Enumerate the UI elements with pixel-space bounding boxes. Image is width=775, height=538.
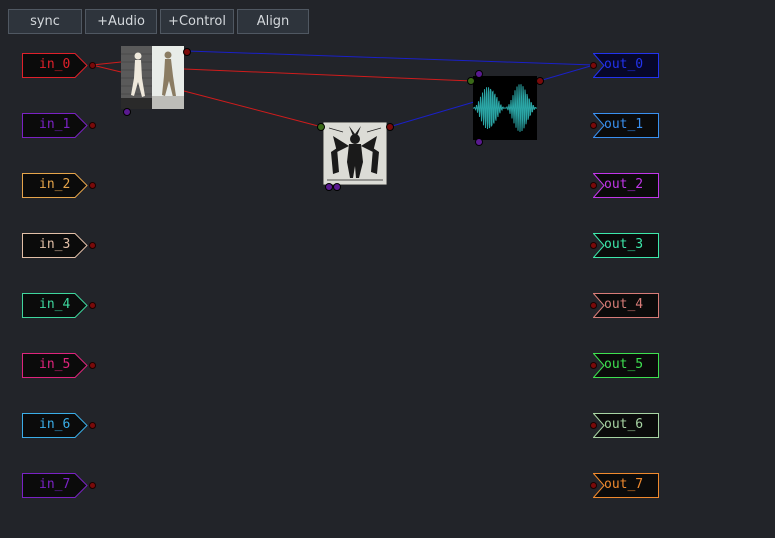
input-port-label: in_6 [39,417,71,432]
input-port-3-connector[interactable] [89,242,96,249]
devil-woodcut-image-icon [322,121,388,186]
output-port-6[interactable]: out_6 [593,413,659,438]
add-control-button[interactable]: +Control [160,9,234,34]
align-button[interactable]: Align [237,9,309,34]
devil-image-node[interactable] [317,121,394,191]
input-port-0[interactable]: in_0 [22,53,88,78]
output-port-7-connector[interactable] [590,482,597,489]
wire-devil-to-waveform[interactable] [388,101,475,128]
input-port-0-connector[interactable] [89,62,96,69]
input-port-label: in_4 [39,297,71,312]
output-port-0-connector[interactable] [590,62,597,69]
output-port-5-connector[interactable] [590,362,597,369]
input-port-1-connector[interactable] [89,122,96,129]
output-port-3[interactable]: out_3 [593,233,659,258]
input-port-4-connector[interactable] [89,302,96,309]
output-port-7[interactable]: out_7 [593,473,659,498]
output-port-label: out_4 [604,297,644,312]
input-port-label: in_0 [39,57,71,72]
walkers-output-dot[interactable] [183,48,191,56]
input-port-3[interactable]: in_3 [22,233,88,258]
waveform-output-dot[interactable] [536,77,544,85]
output-port-3-connector[interactable] [590,242,597,249]
devil-control-dot-2[interactable] [333,183,341,191]
connection-wires [91,50,595,128]
wire-in0-to-walkers-2[interactable] [91,61,122,66]
output-port-label: out_1 [604,117,644,132]
wire-walkers-to-waveform[interactable] [183,68,473,82]
wire-walkers-to-devil[interactable] [183,90,323,128]
output-port-label: out_2 [604,177,644,192]
input-port-4[interactable]: in_4 [22,293,88,318]
input-port-6[interactable]: in_6 [22,413,88,438]
input-port-6-connector[interactable] [89,422,96,429]
walkers-image-node[interactable] [121,46,191,116]
waveform-node[interactable] [467,70,544,146]
input-port-label: in_1 [39,117,71,132]
waveform-bottom-dot[interactable] [475,138,483,146]
input-port-2-connector[interactable] [89,182,96,189]
input-port-label: in_3 [39,237,71,252]
output-port-label: out_6 [604,417,644,432]
wire-in0-to-walkers[interactable] [91,64,122,73]
output-port-label: out_3 [604,237,644,252]
toolbar: sync +Audio +Control Align [8,9,309,34]
wire-waveform-to-out0[interactable] [538,64,595,82]
input-port-5[interactable]: in_5 [22,353,88,378]
output-port-label: out_0 [604,57,644,72]
input-port-7-connector[interactable] [89,482,96,489]
input-port-label: in_5 [39,357,71,372]
input-port-label: in_2 [39,177,71,192]
output-port-1-connector[interactable] [590,122,597,129]
input-port-label: in_7 [39,477,71,492]
devil-control-dot-1[interactable] [325,183,333,191]
input-port-1[interactable]: in_1 [22,113,88,138]
output-port-6-connector[interactable] [590,422,597,429]
output-port-2-connector[interactable] [590,182,597,189]
waveform-control-dot[interactable] [475,70,483,78]
input-port-7[interactable]: in_7 [22,473,88,498]
waveform-input-dot[interactable] [467,77,475,85]
output-port-0[interactable]: out_0 [593,53,659,78]
devil-input-dot[interactable] [317,123,325,131]
input-port-5-connector[interactable] [89,362,96,369]
output-port-4[interactable]: out_4 [593,293,659,318]
input-port-2[interactable]: in_2 [22,173,88,198]
output-port-4-connector[interactable] [590,302,597,309]
sync-button[interactable]: sync [8,9,82,34]
output-port-label: out_5 [604,357,644,372]
wire-walkers-to-out0[interactable] [186,50,595,66]
walkers-control-dot[interactable] [123,108,131,116]
output-port-label: out_7 [604,477,644,492]
walking-figures-image-icon [121,46,184,109]
waveform-scope-icon [472,76,538,140]
output-port-1[interactable]: out_1 [593,113,659,138]
output-port-5[interactable]: out_5 [593,353,659,378]
output-port-2[interactable]: out_2 [593,173,659,198]
devil-output-dot[interactable] [386,123,394,131]
add-audio-button[interactable]: +Audio [85,9,157,34]
